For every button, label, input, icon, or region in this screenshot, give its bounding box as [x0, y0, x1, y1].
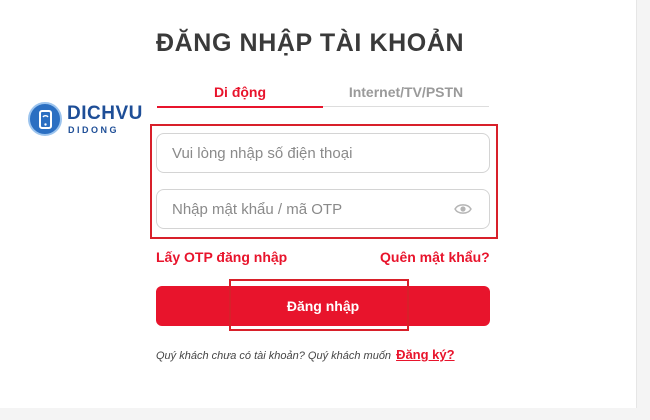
register-prompt-text: Quý khách chưa có tài khoản? Quý khách m… — [156, 350, 392, 362]
otp-login-link[interactable]: Lấy OTP đăng nhập — [156, 249, 287, 265]
password-field — [156, 189, 490, 229]
tab-mobile[interactable]: Di động — [157, 84, 323, 108]
logo-subtext: DIDONG — [68, 125, 119, 135]
phone-input[interactable] — [157, 134, 447, 172]
page-side-frame — [636, 0, 650, 420]
forgot-password-link[interactable]: Quên mật khẩu? — [380, 249, 490, 265]
eye-icon[interactable] — [454, 202, 472, 216]
phone-icon — [39, 110, 52, 129]
tab-internet-tv-pstn[interactable]: Internet/TV/PSTN — [323, 84, 489, 106]
logo-wordmark: DICHVU — [67, 103, 143, 124]
password-input[interactable] — [157, 190, 447, 228]
register-prompt: Quý khách chưa có tài khoản? Quý khách m… — [156, 347, 486, 364]
login-button[interactable]: Đăng nhập — [156, 286, 490, 326]
page-bottom-frame — [0, 408, 650, 420]
login-type-tabs: Di động Internet/TV/PSTN — [157, 84, 489, 108]
phone-badge-icon — [28, 102, 62, 136]
phone-field — [156, 133, 490, 173]
register-link[interactable]: Đăng ký? — [396, 347, 455, 362]
dichvudidong-logo: DICHVU DIDONG — [28, 102, 142, 142]
page-title: ĐĂNG NHẬP TÀI KHOẢN — [156, 29, 465, 57]
